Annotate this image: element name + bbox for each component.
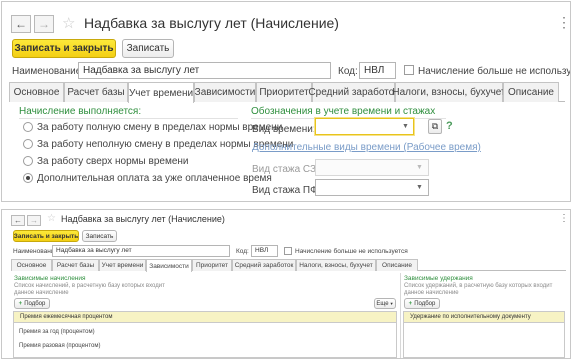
cell-accrual-name: Премия ежемесячная процентом (20, 314, 113, 320)
save-and-close-button[interactable]: Записать и закрыть (13, 230, 79, 242)
tab-base-calc[interactable]: Расчет базы (52, 259, 99, 271)
name-input[interactable]: Надбавка за выслугу лет (52, 245, 230, 257)
radio-full-shift-label: За работу полную смену в пределах нормы … (37, 122, 283, 133)
arrow-left-icon: ← (15, 17, 27, 31)
back-button[interactable]: ← (11, 15, 31, 33)
save-button[interactable]: Записать (122, 39, 174, 58)
radio-overtime[interactable] (23, 156, 33, 166)
tab-base-calc[interactable]: Расчет базы (64, 82, 128, 102)
tab-dependencies[interactable]: Зависимости (146, 259, 192, 272)
code-input[interactable]: НВЛ (359, 62, 396, 79)
tab-priority[interactable]: Приоритет (192, 259, 232, 271)
save-button[interactable]: Записать (82, 230, 117, 242)
code-input[interactable]: НВЛ (251, 245, 278, 257)
column-separator (400, 273, 401, 358)
tab-dependencies[interactable]: Зависимости (194, 82, 256, 102)
code-label: Код: (338, 66, 358, 77)
back-button[interactable]: ← (11, 215, 25, 226)
tab-bar: Основное Расчет базы Учет времени Зависи… (9, 82, 565, 103)
tab-priority[interactable]: Приоритет (256, 82, 312, 102)
tab-taxes[interactable]: Налоги, взносы, бухучет (392, 82, 506, 102)
pick-button[interactable]: + Подбор (14, 298, 50, 309)
dependent-deductions-title: Зависимые удержания (404, 275, 473, 282)
cell-accrual-name: Премия разовая (процентом) (19, 342, 101, 349)
dropdown-icon[interactable]: ▼ (416, 184, 423, 191)
code-label: Код: (236, 248, 249, 255)
szv-experience-input (315, 159, 429, 176)
arrow-right-icon: → (38, 17, 50, 31)
accrual-form-time-tab: ← → ☆ Надбавка за выслугу лет (Начислени… (1, 1, 571, 202)
cell-deduction-name: Удержание по исполнительному документу (410, 314, 531, 320)
pick-label: Подбор (24, 300, 46, 307)
tab-time-accounting[interactable]: Учет времени (128, 82, 194, 103)
time-kind-label: Вид времени: (252, 124, 316, 135)
unused-label: Начисление больше не используется (295, 248, 408, 255)
pfr-experience-input[interactable] (315, 179, 429, 196)
designations-section-title: Обозначения в учете времени и стажах (251, 106, 436, 117)
favorite-star-icon[interactable]: ☆ (47, 213, 56, 224)
tab-main[interactable]: Основное (9, 82, 64, 102)
window-title: Надбавка за выслугу лет (Начисление) (61, 214, 225, 224)
pick-label: Подбор (414, 300, 436, 307)
tab-bar: Основное Расчет базы Учет времени Зависи… (11, 259, 566, 272)
more-menu-icon[interactable]: ⋮ (557, 14, 570, 31)
tab-description[interactable]: Описание (503, 82, 559, 102)
radio-extra-payment-label: Дополнительная оплата за уже оплаченное … (37, 173, 272, 184)
save-and-close-button[interactable]: Записать и закрыть (12, 39, 116, 58)
open-link-button[interactable]: ⧉ (428, 119, 442, 134)
pick-button[interactable]: + Подбор (404, 298, 440, 309)
tab-time-accounting[interactable]: Учет времени (99, 259, 146, 271)
tab-average-earnings[interactable]: Средний заработок (232, 259, 296, 271)
more-menu-icon[interactable]: ⋮ (559, 213, 569, 224)
open-link-icon: ⧉ (431, 121, 439, 131)
dropdown-icon: ▼ (389, 301, 394, 306)
arrow-right-icon: → (30, 216, 38, 225)
cell-accrual-name: Премия за год (процентом) (19, 328, 95, 335)
dependent-accruals-title: Зависимые начисления (14, 275, 86, 282)
tab-average-earnings[interactable]: Средний заработок (308, 82, 399, 102)
time-kind-input[interactable] (315, 118, 414, 135)
favorite-star-icon[interactable]: ☆ (62, 14, 75, 32)
table-row[interactable]: Премия за год (процентом) (19, 326, 95, 337)
forward-button[interactable]: → (27, 215, 41, 226)
radio-overtime-label: За работу сверх нормы времени (37, 156, 189, 167)
window-title: Надбавка за выслугу лет (Начисление) (84, 15, 339, 31)
radio-part-shift[interactable] (23, 139, 33, 149)
table-row-selected[interactable]: Удержание по исполнительному документу (403, 311, 565, 323)
dependent-deductions-description: Список удержаний, в расчетную базу котор… (404, 283, 553, 296)
tab-description[interactable]: Описание (376, 259, 418, 271)
name-input[interactable]: Надбавка за выслугу лет (78, 62, 331, 79)
accrual-form-dependencies-tab: ← → ☆ Надбавка за выслугу лет (Начислени… (1, 209, 571, 359)
unused-checkbox[interactable] (404, 65, 414, 75)
radio-extra-payment[interactable] (23, 173, 33, 183)
more-button[interactable]: Еще ▼ (374, 298, 396, 309)
extra-time-kinds-link[interactable]: Дополнительные виды времени (Рабочее вре… (252, 142, 481, 153)
tab-taxes[interactable]: Налоги, взносы, бухучет (296, 259, 376, 271)
radio-full-shift[interactable] (23, 122, 33, 132)
table-row[interactable]: Премия разовая (процентом) (19, 340, 100, 351)
add-icon: + (408, 300, 413, 307)
dropdown-icon: ▼ (416, 164, 423, 171)
name-label: Наименование: (12, 66, 85, 77)
help-icon[interactable]: ? (446, 120, 453, 132)
execution-section-title: Начисление выполняется: (19, 106, 142, 117)
unused-checkbox[interactable] (284, 247, 292, 255)
add-icon: + (18, 300, 23, 307)
more-label: Еще (376, 300, 389, 307)
forward-button[interactable]: → (34, 15, 54, 33)
section-divider (19, 118, 238, 119)
dropdown-icon[interactable]: ▼ (402, 123, 409, 130)
arrow-left-icon: ← (14, 216, 22, 225)
table-row-selected[interactable]: Премия ежемесячная процентом (13, 311, 397, 323)
tab-main[interactable]: Основное (11, 259, 52, 271)
unused-label: Начисление больше не используется (418, 66, 571, 77)
dependent-accruals-description: Список начислений, в расчетную базу кото… (14, 283, 165, 296)
